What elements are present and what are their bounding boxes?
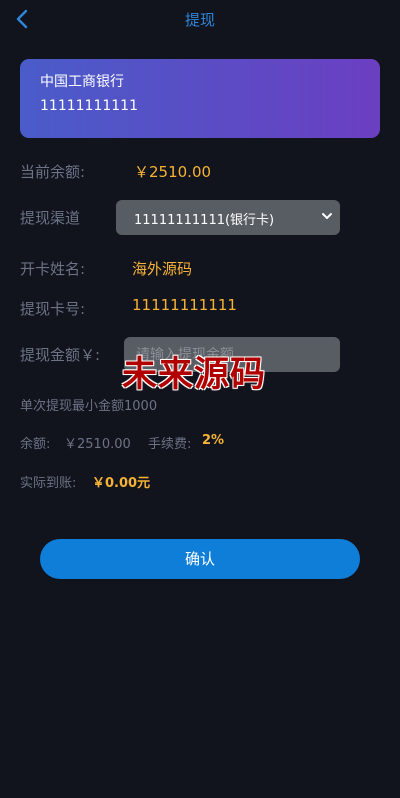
bank-name: 中国工商银行 — [40, 74, 124, 90]
fee-value: 2% — [202, 433, 225, 448]
chevron-down-icon — [322, 213, 332, 219]
remaining-balance-label: 余额: — [20, 437, 51, 452]
bank-card: 中国工商银行 11111111111 — [20, 59, 380, 138]
balance-value: ￥2510.00 — [134, 163, 212, 181]
channel-label: 提现渠道 — [20, 209, 81, 227]
amount-label: 提现金额￥: — [20, 346, 101, 364]
card-number-value: 11111111111 — [132, 296, 237, 314]
min-amount-note: 单次提现最小金额1000 — [20, 399, 158, 414]
actual-amount-label: 实际到账: — [20, 476, 77, 491]
header: 提现 — [0, 0, 400, 38]
cardholder-name-label: 开卡姓名: — [20, 260, 86, 278]
confirm-button[interactable]: 确认 — [40, 539, 360, 579]
card-number-label: 提现卡号: — [20, 300, 86, 318]
page-title: 提现 — [184, 11, 215, 29]
balance-label: 当前余额: — [20, 163, 86, 181]
amount-input[interactable] — [124, 337, 340, 372]
channel-select[interactable]: 11111111111(银行卡) — [116, 200, 340, 235]
actual-amount-value: ￥0.00元 — [92, 476, 151, 491]
cardholder-name-value: 海外源码 — [132, 260, 193, 278]
remaining-balance-value: ￥2510.00 — [64, 437, 131, 452]
bank-card-number: 11111111111 — [40, 98, 138, 114]
fee-label: 手续费: — [148, 437, 192, 452]
channel-selected-value: 11111111111(银行卡) — [134, 213, 275, 228]
